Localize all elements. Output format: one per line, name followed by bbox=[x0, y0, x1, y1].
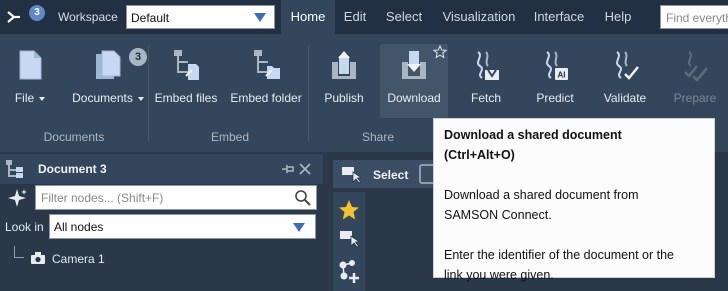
filter-nodes-placeholder: Filter nodes... (Shift+F) bbox=[41, 191, 164, 205]
look-in-select[interactable]: All nodes bbox=[49, 214, 316, 239]
publish-label: Publish bbox=[324, 91, 364, 105]
file-button[interactable]: File bbox=[8, 44, 52, 118]
group-label-share: Share bbox=[361, 130, 395, 144]
ribbon-divider bbox=[148, 46, 149, 142]
sparkle-icon[interactable] bbox=[6, 187, 28, 209]
document-count-badge: 3 bbox=[29, 5, 45, 21]
tooltip-title: Download a shared document bbox=[444, 128, 622, 142]
publish-button[interactable]: Publish bbox=[320, 44, 368, 118]
tooltip-instructions-cont: link you were given. bbox=[444, 268, 554, 282]
embed-files-label: Embed files bbox=[154, 91, 218, 105]
select-pointer-icon[interactable] bbox=[339, 229, 361, 249]
predict-icon: AI bbox=[539, 48, 571, 82]
document-panel: Document 3 Filter nodes... (Shift+F) Loo… bbox=[0, 154, 323, 291]
document-tree-icon bbox=[4, 158, 26, 180]
file-icon bbox=[14, 48, 46, 82]
embed-files-icon bbox=[170, 48, 202, 82]
embed-folder-label: Embed folder bbox=[230, 91, 302, 105]
document-panel-header: Document 3 bbox=[0, 154, 323, 184]
prepare-button[interactable]: Prepare bbox=[670, 44, 720, 118]
predict-label: Predict bbox=[536, 91, 574, 105]
caret-down-icon bbox=[137, 96, 144, 101]
ribbon-divider bbox=[308, 46, 309, 142]
filter-nodes-input[interactable]: Filter nodes... (Shift+F) bbox=[35, 185, 317, 210]
find-everything-input[interactable]: Find everything bbox=[660, 5, 728, 29]
add-structure-icon[interactable] bbox=[337, 258, 361, 284]
fetch-label: Fetch bbox=[470, 91, 501, 105]
prepare-icon bbox=[679, 48, 711, 82]
camera-icon bbox=[30, 251, 46, 265]
download-tooltip: Download a shared document (Ctrl+Alt+O) … bbox=[433, 118, 715, 282]
menu-tab-interface[interactable]: Interface bbox=[528, 0, 590, 34]
menu-tab-help[interactable]: Help bbox=[598, 0, 638, 34]
embed-folder-icon bbox=[250, 48, 282, 82]
validate-icon bbox=[609, 48, 641, 82]
workspace-value: Default bbox=[131, 11, 170, 25]
viewport-toolbar bbox=[333, 192, 365, 291]
validate-label: Validate bbox=[603, 91, 647, 105]
group-label-embed: Embed bbox=[210, 130, 250, 144]
predict-button[interactable]: AI Predict bbox=[530, 44, 580, 118]
tree-node-camera[interactable]: Camera 1 bbox=[52, 252, 105, 266]
tooltip-description: Download a shared document from bbox=[444, 188, 639, 202]
select-tab-label: Select bbox=[373, 168, 409, 182]
tooltip-description-cont: SAMSON Connect. bbox=[444, 208, 552, 222]
tooltip-instructions: Enter the identifier of the document or … bbox=[444, 248, 674, 262]
star-icon[interactable] bbox=[337, 198, 361, 222]
documents-count-badge: 3 bbox=[129, 48, 147, 66]
embed-folder-button[interactable]: Embed folder bbox=[226, 44, 306, 118]
tooltip-shortcut: (Ctrl+Alt+O) bbox=[444, 148, 515, 162]
look-in-label: Look in bbox=[5, 220, 44, 234]
caret-down-icon bbox=[39, 96, 46, 101]
documents-icon bbox=[92, 48, 124, 82]
fetch-icon bbox=[470, 48, 502, 82]
workspace-select[interactable]: Default bbox=[126, 5, 275, 29]
chevron-down-icon bbox=[254, 13, 266, 22]
workspace-label: Workspace bbox=[58, 10, 118, 24]
file-label: File bbox=[14, 91, 35, 105]
embed-files-button[interactable]: Embed files bbox=[152, 44, 220, 118]
menu-tab-visualization[interactable]: Visualization bbox=[434, 0, 524, 34]
menu-tab-select[interactable]: Select bbox=[378, 0, 430, 34]
viewport-select-tab[interactable]: Select bbox=[333, 160, 437, 188]
documents-label: Documents bbox=[72, 91, 133, 105]
look-in-value: All nodes bbox=[54, 220, 104, 234]
top-bar: 3 Workspace Default Home Edit Select Vis… bbox=[0, 0, 728, 34]
search-icon[interactable] bbox=[294, 189, 312, 207]
download-icon bbox=[398, 48, 430, 82]
app-logo-icon[interactable] bbox=[6, 9, 22, 25]
select-tool-icon bbox=[341, 165, 363, 183]
validate-button[interactable]: Validate bbox=[598, 44, 652, 118]
pin-icon[interactable] bbox=[281, 162, 295, 176]
publish-icon bbox=[328, 48, 360, 82]
group-label-documents: Documents bbox=[43, 130, 105, 144]
svg-text:AI: AI bbox=[558, 71, 566, 80]
close-icon[interactable] bbox=[298, 162, 312, 176]
document-title: Document 3 bbox=[38, 162, 107, 176]
tree-connector bbox=[14, 246, 24, 258]
chevron-down-icon bbox=[293, 223, 305, 232]
menu-tab-home[interactable]: Home bbox=[281, 0, 335, 34]
favorite-star-icon[interactable] bbox=[433, 45, 447, 59]
prepare-label: Prepare bbox=[673, 91, 717, 105]
menu-tab-edit[interactable]: Edit bbox=[335, 0, 375, 34]
download-label: Download bbox=[387, 91, 441, 105]
fetch-button[interactable]: Fetch bbox=[462, 44, 510, 118]
